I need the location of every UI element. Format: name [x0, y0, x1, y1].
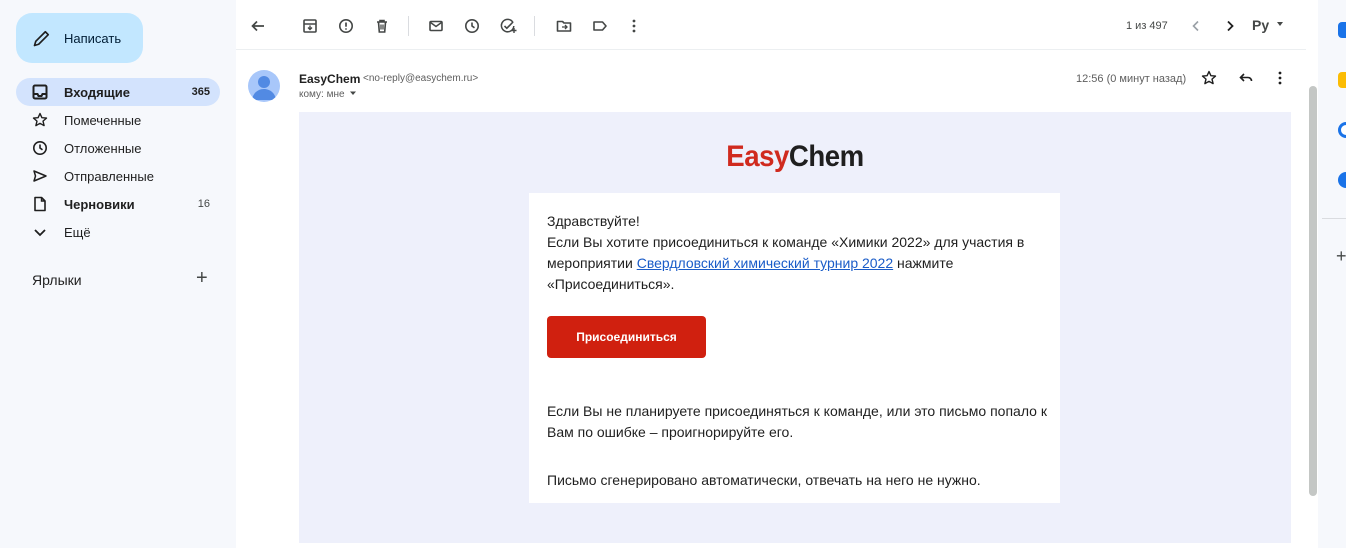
scrollbar-thumb[interactable] — [1309, 86, 1317, 496]
sidebar-item-label: Черновики — [64, 197, 135, 212]
dropdown-arrow-icon[interactable] — [1270, 14, 1290, 34]
easychem-logo: EasyChem — [339, 140, 1252, 174]
contacts-icon[interactable] — [1338, 172, 1346, 188]
nav-list: Входящие 365 Помеченные Отложенные Отпра… — [16, 78, 220, 246]
inbox-icon — [32, 84, 48, 100]
star-icon[interactable] — [1199, 68, 1219, 88]
recipient-details[interactable]: кому: мне — [299, 89, 357, 100]
sidebar-item-label: Ещё — [64, 225, 91, 240]
invitation-text: Если Вы хотите присоединиться к команде … — [547, 232, 1052, 295]
label-icon[interactable] — [590, 16, 610, 36]
sender-name: EasyChem — [299, 72, 361, 86]
sidebar-item-label: Входящие — [64, 85, 130, 100]
report-spam-icon[interactable] — [336, 16, 356, 36]
more-vert-icon[interactable] — [624, 16, 644, 36]
side-panel-divider — [1322, 218, 1346, 219]
compose-label: Написать — [64, 31, 122, 46]
send-icon — [32, 168, 48, 184]
message-time: 12:56 (0 минут назад) — [1076, 73, 1187, 85]
auto-generated-note: Письмо сгенерировано автоматически, отве… — [547, 472, 981, 488]
input-tools-button[interactable]: Py — [1252, 17, 1269, 33]
sidebar-item-label: Отложенные — [64, 141, 142, 156]
logo-part-easy: Easy — [726, 140, 789, 173]
labels-heading: Ярлыки — [32, 272, 82, 288]
sidebar-item-inbox[interactable]: Входящие 365 — [16, 78, 220, 106]
chevron-right-icon[interactable] — [1220, 16, 1240, 36]
toolbar-divider — [534, 16, 535, 36]
add-task-icon[interactable] — [498, 16, 518, 36]
drafts-count: 16 — [197, 198, 210, 210]
sender-email: <no-reply@easychem.ru> — [363, 73, 479, 84]
greeting-text: Здравствуйте! — [547, 213, 640, 229]
unread-count: 365 — [191, 86, 210, 98]
get-addons-button[interactable]: + — [1336, 247, 1346, 265]
sidebar-item-label: Помеченные — [64, 113, 142, 128]
sidebar-item-snoozed[interactable]: Отложенные — [16, 134, 220, 162]
back-arrow-icon[interactable] — [248, 16, 268, 36]
email-card: Здравствуйте! Если Вы хотите присоединит… — [529, 193, 1060, 503]
message-toolbar: 1 из 497 Py — [236, 0, 1318, 50]
side-panel — [1318, 0, 1346, 548]
move-to-folder-icon[interactable] — [554, 16, 574, 36]
keep-icon[interactable] — [1338, 72, 1346, 88]
logo-part-chem: Chem — [788, 140, 864, 173]
calendar-icon[interactable] — [1338, 22, 1346, 38]
compose-button[interactable]: Написать — [16, 13, 143, 63]
sidebar-item-starred[interactable]: Помеченные — [16, 106, 220, 134]
snooze-clock-icon[interactable] — [462, 16, 482, 36]
event-link[interactable]: Свердловский химический турнир 2022 — [637, 255, 893, 271]
chevron-left-icon[interactable] — [1186, 16, 1206, 36]
email-body: EasyChem Здравствуйте! Если Вы хотите пр… — [299, 112, 1291, 543]
more-vert-icon[interactable] — [1270, 68, 1290, 88]
sidebar: Написать Входящие 365 Помеченные Отложен… — [0, 0, 236, 548]
tasks-icon[interactable] — [1338, 122, 1346, 138]
join-button[interactable]: Присоединиться — [547, 316, 706, 358]
mark-unread-icon[interactable] — [426, 16, 446, 36]
sidebar-item-more[interactable]: Ещё — [16, 218, 220, 246]
star-icon — [32, 112, 48, 128]
archive-icon[interactable] — [300, 16, 320, 36]
pagination-text: 1 из 497 — [1126, 20, 1168, 32]
clock-icon — [32, 140, 48, 156]
toolbar-divider — [408, 16, 409, 36]
ignore-notice-text: Если Вы не планируете присоединяться к к… — [547, 403, 1047, 440]
caret-down-icon — [350, 91, 357, 95]
sidebar-item-drafts[interactable]: Черновики 16 — [16, 190, 220, 218]
recipient-text: кому: мне — [299, 89, 345, 100]
add-label-button[interactable]: + — [196, 268, 208, 288]
reply-icon[interactable] — [1236, 68, 1256, 88]
pencil-icon — [33, 30, 50, 47]
draft-icon — [32, 196, 48, 212]
sidebar-item-label: Отправленные — [64, 169, 154, 184]
sidebar-item-sent[interactable]: Отправленные — [16, 162, 220, 190]
avatar[interactable] — [248, 70, 280, 102]
chevron-down-icon — [32, 224, 48, 240]
message-view: 1 из 497 Py EasyChem <no-reply@easychem.… — [236, 0, 1318, 548]
trash-icon[interactable] — [372, 16, 392, 36]
